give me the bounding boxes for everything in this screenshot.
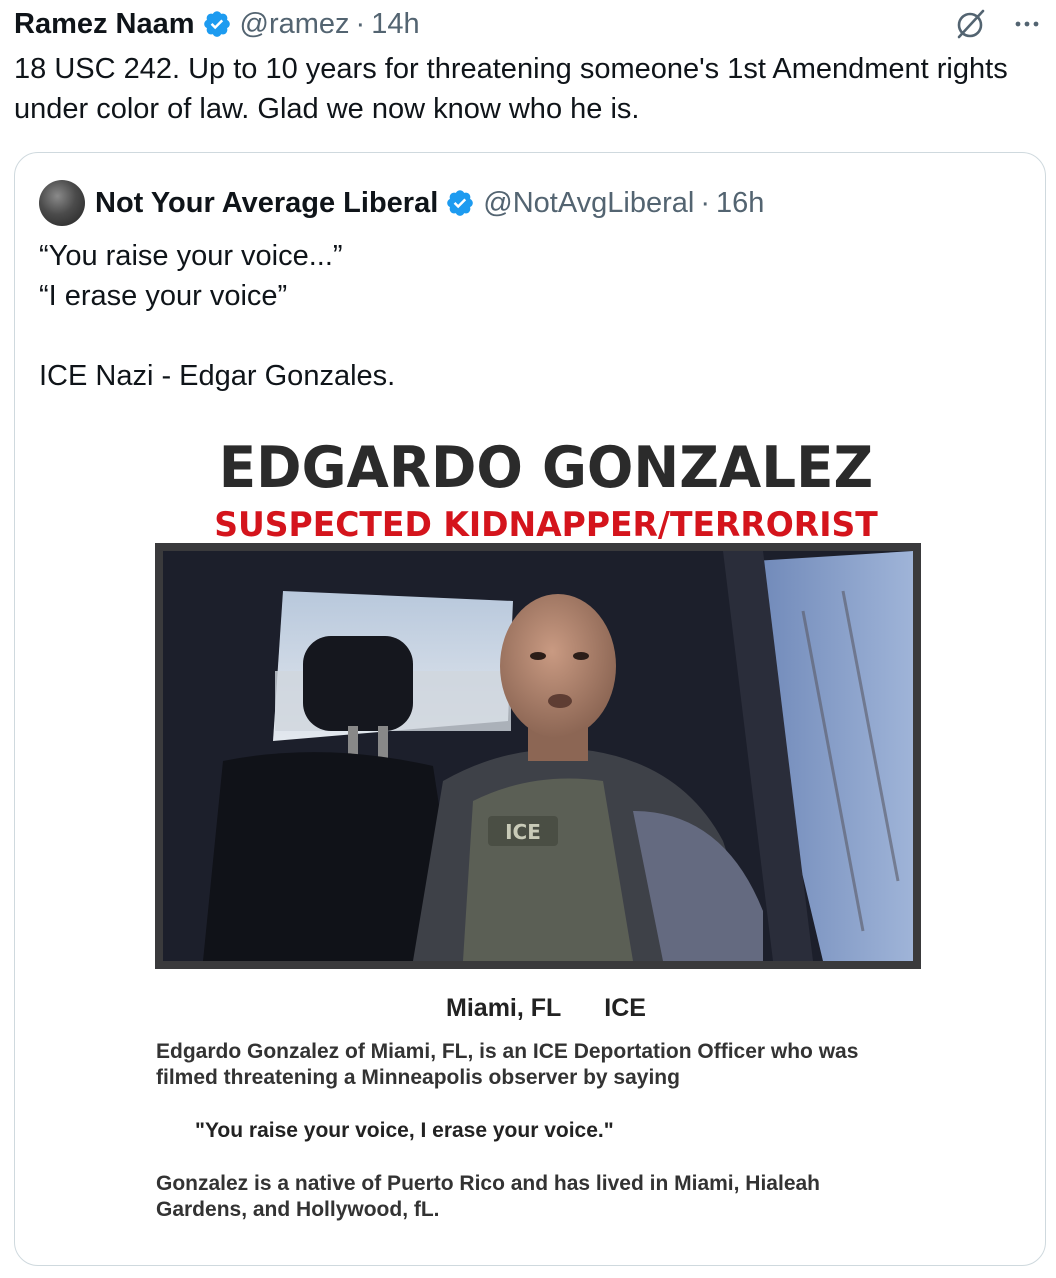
poster-paragraph-1: Edgardo Gonzalez of Miami, FL, is an ICE…: [156, 1040, 859, 1089]
quoted-tweet-text: “You raise your voice...” “I erase your …: [39, 236, 999, 396]
vest-patch-text: ICE: [505, 820, 541, 844]
quoted-tweet-header: Not Your Average Liberal @NotAvgLiberal …: [39, 179, 764, 227]
poster-photo: ICE: [155, 543, 921, 969]
quoted-author-handle[interactable]: @NotAvgLiberal: [483, 187, 694, 220]
poster-paragraph-2: Gonzalez is a native of Puerto Rico and …: [156, 1172, 821, 1221]
verified-badge-icon: [447, 190, 474, 216]
poster-location-line: Miami, FL ICE: [155, 994, 937, 1023]
separator-dot: ·: [355, 7, 366, 40]
more-options-icon[interactable]: [1012, 9, 1042, 39]
poster-location: Miami, FL: [446, 994, 562, 1022]
poster-quote: "You raise your voice, I erase your voic…: [195, 1119, 614, 1142]
quoted-tweet-timestamp[interactable]: 16h: [716, 187, 764, 220]
tweet-text: 18 USC 242. Up to 10 years for threateni…: [14, 53, 1008, 125]
grok-icon[interactable]: [950, 4, 990, 44]
verified-badge-icon: [203, 11, 230, 37]
author-handle[interactable]: @ramez: [240, 8, 350, 41]
quoted-text-line: ICE Nazi - Edgar Gonzales.: [39, 360, 396, 392]
truck-cab-photo-illustration: ICE: [163, 551, 913, 961]
quoted-tweet-card[interactable]: Not Your Average Liberal @NotAvgLiberal …: [14, 152, 1046, 1266]
poster-subtitle: SUSPECTED KIDNAPPER/TERRORIST: [214, 505, 878, 545]
author-name[interactable]: Ramez Naam: [14, 8, 195, 41]
quoted-text-line: “You raise your voice...”: [39, 240, 343, 272]
poster-title: EDGARDO GONZALEZ: [218, 435, 874, 501]
poster-agency: ICE: [604, 994, 646, 1022]
avatar[interactable]: [39, 180, 85, 226]
tweet-timestamp[interactable]: 14h: [371, 8, 419, 41]
quoted-text-line: [39, 316, 999, 356]
quoted-author-name[interactable]: Not Your Average Liberal: [95, 187, 438, 220]
tweet-header: Ramez Naam @ramez · 14h: [14, 4, 1042, 44]
separator-dot: ·: [700, 186, 711, 219]
quoted-text-line: “I erase your voice”: [39, 280, 288, 312]
header-actions: [950, 4, 1042, 44]
attached-poster-image[interactable]: EDGARDO GONZALEZ SUSPECTED KIDNAPPER/TER…: [155, 427, 937, 1227]
